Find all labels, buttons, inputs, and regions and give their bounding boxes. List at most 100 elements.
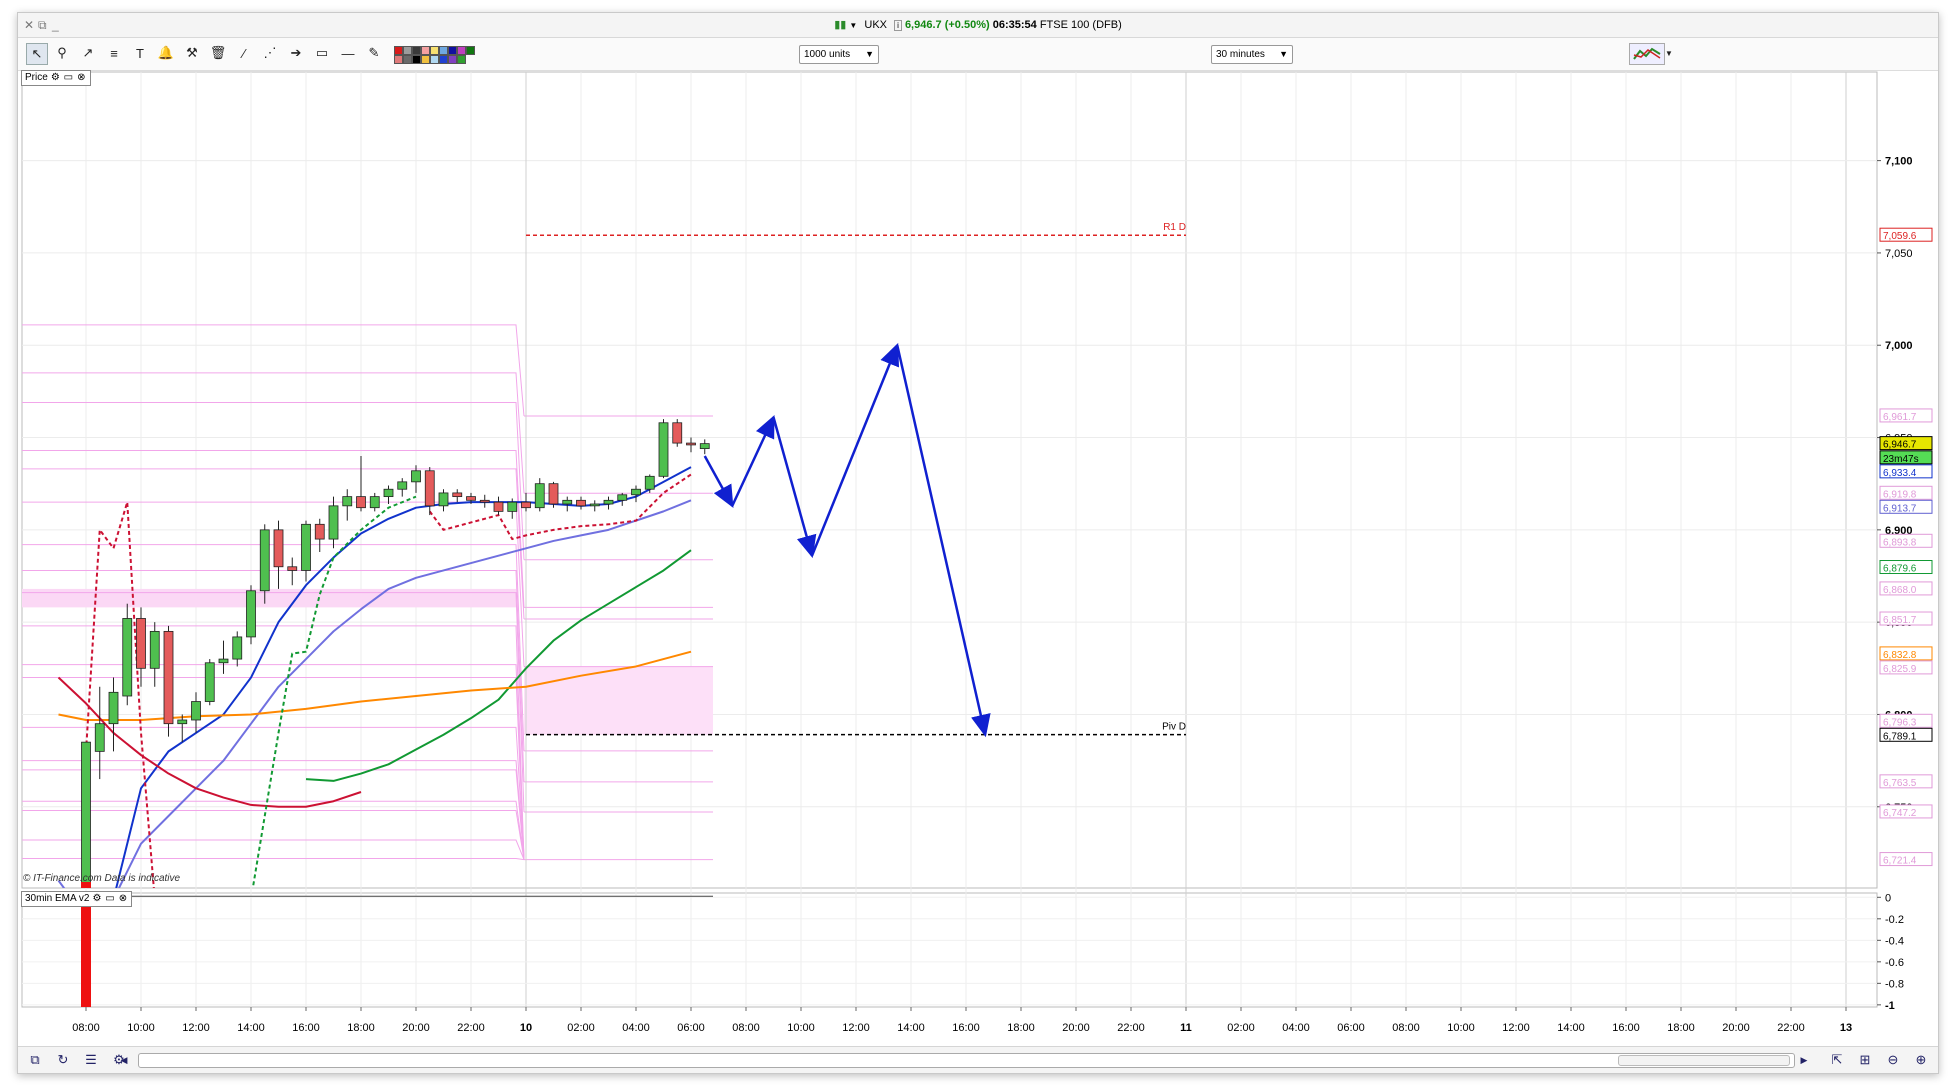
- candle-up: [562, 499, 573, 505]
- candle-up: [658, 422, 669, 477]
- candle-up: [644, 475, 655, 490]
- time-tick-label: 12:00: [182, 1022, 210, 1034]
- ind-tick-label: -0.6: [1885, 957, 1904, 969]
- price-tick-label: 7,050: [1885, 248, 1913, 260]
- pivot-line-label: Piv D: [1162, 722, 1186, 733]
- time-tick-label: 16:00: [952, 1022, 980, 1034]
- indicator-panel: [21, 892, 1878, 1008]
- time-tick-label: 14:00: [1557, 1022, 1585, 1034]
- candle-up: [328, 505, 339, 540]
- time-tick-label: 08:00: [72, 1022, 100, 1034]
- price-label: 6,796.3: [1883, 717, 1917, 728]
- time-tick-label: 12:00: [842, 1022, 870, 1034]
- candle-down: [424, 470, 435, 507]
- ind-tick-label: -0.8: [1885, 978, 1904, 990]
- time-tick-label: 08:00: [732, 1022, 760, 1034]
- candle-up: [534, 483, 545, 509]
- candle-down: [672, 422, 683, 444]
- indicator-bar: [81, 893, 91, 1007]
- price-label: 6,789.1: [1883, 731, 1917, 742]
- candle-up: [204, 662, 215, 702]
- candle-up: [94, 723, 105, 752]
- candle-up: [177, 719, 188, 725]
- price-label: 6,893.8: [1883, 537, 1917, 548]
- time-tick-label: 06:00: [677, 1022, 705, 1034]
- time-tick-label: 10:00: [1447, 1022, 1475, 1034]
- wrench-icon[interactable]: ⚙: [91, 892, 102, 906]
- price-label: 6,832.8: [1883, 650, 1917, 661]
- price-label: 7,059.6: [1883, 231, 1917, 242]
- ind-tick-label: -1: [1885, 1000, 1895, 1012]
- price-panel-title: Price: [25, 72, 48, 83]
- candle-up: [232, 636, 243, 660]
- window-icon[interactable]: ▭: [63, 71, 74, 85]
- price-label: 6,721.4: [1883, 856, 1917, 867]
- time-tick-label: 13: [1840, 1022, 1852, 1034]
- price-label: 6,913.7: [1883, 503, 1917, 514]
- price-panel: [21, 71, 1878, 889]
- candle-up: [149, 630, 160, 669]
- candle-down: [686, 442, 696, 446]
- time-tick-label: 02:00: [567, 1022, 595, 1034]
- candle-up: [246, 590, 256, 638]
- candle-up: [108, 691, 119, 725]
- candle-down: [163, 630, 174, 725]
- candle-up: [301, 523, 311, 571]
- ind-tick-label: -0.2: [1885, 914, 1904, 926]
- price-label: 6,946.7: [1883, 440, 1917, 451]
- indicator-panel-label: 30min EMA v2 ⚙ ▭ ⊗: [21, 891, 133, 907]
- price-label: 6,825.9: [1883, 664, 1917, 675]
- price-tick-label: 7,000: [1885, 340, 1913, 352]
- price-label: 6,747.2: [1883, 808, 1917, 819]
- time-tick-label: 14:00: [897, 1022, 925, 1034]
- window-icon[interactable]: ▭: [104, 892, 115, 906]
- time-tick-label: 20:00: [402, 1022, 430, 1034]
- candle-down: [314, 523, 325, 540]
- price-chart[interactable]: 08:00 10:00 12:00 14:00 16:00 18:00 20:00 22:00…: [0, 0, 1954, 1091]
- time-tick-label: 16:00: [1612, 1022, 1640, 1034]
- candle-up: [603, 499, 614, 505]
- candle-down: [493, 501, 504, 512]
- price-tick-label: 7,100: [1885, 156, 1913, 168]
- close-icon[interactable]: ⊗: [76, 71, 87, 85]
- wrench-icon[interactable]: ⚙: [50, 71, 61, 85]
- candle-up: [411, 470, 421, 483]
- time-tick-label: 22:00: [457, 1022, 485, 1034]
- candle-down: [273, 529, 284, 568]
- pivot-zone-cur: [524, 666, 713, 735]
- candle-down: [466, 496, 476, 501]
- candle-down: [548, 483, 559, 505]
- candle-up: [191, 701, 201, 721]
- pivot-line-label: R1 D: [1163, 222, 1186, 233]
- candle-down: [356, 496, 366, 509]
- time-tick-label: 08:00: [1392, 1022, 1420, 1034]
- time-tick-label: 14:00: [237, 1022, 265, 1034]
- price-label: 6,933.4: [1883, 468, 1917, 479]
- candle-up: [342, 496, 353, 507]
- candle-down: [287, 566, 298, 571]
- price-label: 6,919.8: [1883, 489, 1917, 500]
- candle-up: [259, 529, 270, 592]
- candle-down: [576, 499, 586, 507]
- close-icon[interactable]: ⊗: [117, 892, 128, 906]
- candle-up: [369, 496, 380, 509]
- candle-down: [479, 499, 490, 503]
- candle-down: [452, 492, 463, 498]
- time-tick-label: 10: [520, 1022, 532, 1034]
- candle-up: [122, 618, 133, 697]
- time-tick-label: 20:00: [1722, 1022, 1750, 1034]
- candle-down: [521, 501, 531, 509]
- time-tick-label: 06:00: [1337, 1022, 1365, 1034]
- candle-up: [631, 488, 641, 496]
- price-label: 6,851.7: [1883, 615, 1917, 626]
- candle-down: [136, 618, 146, 669]
- time-tick-label: 04:00: [1282, 1022, 1310, 1034]
- ind-tick-label: 0: [1885, 892, 1891, 904]
- price-label: 6,961.7: [1883, 412, 1917, 423]
- copyright-note: © IT-Finance.com Data is indicative: [23, 873, 181, 884]
- time-tick-label: 16:00: [292, 1022, 320, 1034]
- time-tick-label: 22:00: [1117, 1022, 1145, 1034]
- price-label: 23m47s: [1883, 454, 1919, 465]
- indicator-panel-title: 30min EMA v2: [25, 893, 90, 904]
- price-label: 6,879.6: [1883, 564, 1917, 575]
